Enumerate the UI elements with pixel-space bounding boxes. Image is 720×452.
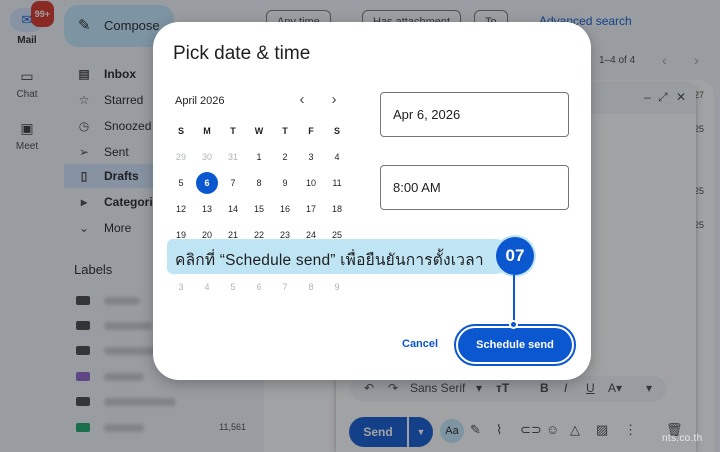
step-number-badge: 07 <box>496 237 534 275</box>
weekday-label: F <box>308 126 314 136</box>
callout-leader-line <box>513 275 515 323</box>
calendar-day[interactable]: 1 <box>246 144 272 170</box>
calendar-day[interactable]: 8 <box>298 274 324 300</box>
calendar-day[interactable]: 2 <box>272 144 298 170</box>
calendar-day[interactable]: 7 <box>220 170 246 196</box>
calendar-day[interactable]: 9 <box>324 274 350 300</box>
calendar-day[interactable]: 3 <box>168 274 194 300</box>
calendar-day[interactable]: 11 <box>324 170 350 196</box>
calendar-day[interactable]: 6 <box>246 274 272 300</box>
calendar-day[interactable]: 5 <box>220 274 246 300</box>
watermark: nts.co.th <box>662 433 703 444</box>
weekday-label: T <box>282 126 288 136</box>
calendar-day[interactable]: 29 <box>168 144 194 170</box>
callout-text: คลิกที่ “Schedule send” เพื่อยืนยันการตั… <box>175 252 484 269</box>
calendar-day[interactable]: 31 <box>220 144 246 170</box>
calendar-day[interactable]: 16 <box>272 196 298 222</box>
calendar-day[interactable]: 13 <box>194 196 220 222</box>
weekday-label: M <box>203 126 211 136</box>
calendar-day[interactable]: 18 <box>324 196 350 222</box>
calendar-day[interactable]: 9 <box>272 170 298 196</box>
date-field[interactable]: Apr 6, 2026 <box>380 92 569 137</box>
calendar-day[interactable]: 14 <box>220 196 246 222</box>
weekday-label: T <box>230 126 236 136</box>
calendar-day[interactable]: 5 <box>168 170 194 196</box>
calendar-day[interactable]: 8 <box>246 170 272 196</box>
tutorial-callout: คลิกที่ “Schedule send” เพื่อยืนยันการตั… <box>167 239 513 274</box>
calendar-day[interactable]: 3 <box>298 144 324 170</box>
calendar-day[interactable]: 4 <box>194 274 220 300</box>
callout-leader-dot <box>509 320 518 329</box>
weekday-label: W <box>254 126 264 136</box>
time-field[interactable]: 8:00 AM <box>380 165 569 210</box>
weekday-label: S <box>333 126 340 136</box>
calendar-day[interactable]: 15 <box>246 196 272 222</box>
calendar-day[interactable]: 4 <box>324 144 350 170</box>
pick-date-time-dialog: Pick date & time April 2026 ‹ › S M T W … <box>153 22 591 380</box>
calendar-day[interactable]: 17 <box>298 196 324 222</box>
chevron-right-icon[interactable]: › <box>326 92 342 108</box>
calendar-day[interactable]: 7 <box>272 274 298 300</box>
calendar-day[interactable]: 12 <box>168 196 194 222</box>
calendar-day[interactable]: 10 <box>298 170 324 196</box>
chevron-left-icon[interactable]: ‹ <box>294 92 310 108</box>
weekday-label: S <box>177 126 184 136</box>
cancel-button[interactable]: Cancel <box>402 338 438 350</box>
schedule-send-button[interactable]: Schedule send <box>458 328 572 362</box>
calendar-day-selected[interactable]: 6 <box>194 170 220 196</box>
calendar-month-label: April 2026 <box>175 95 225 107</box>
dialog-title: Pick date & time <box>173 43 311 64</box>
calendar-day[interactable]: 30 <box>194 144 220 170</box>
